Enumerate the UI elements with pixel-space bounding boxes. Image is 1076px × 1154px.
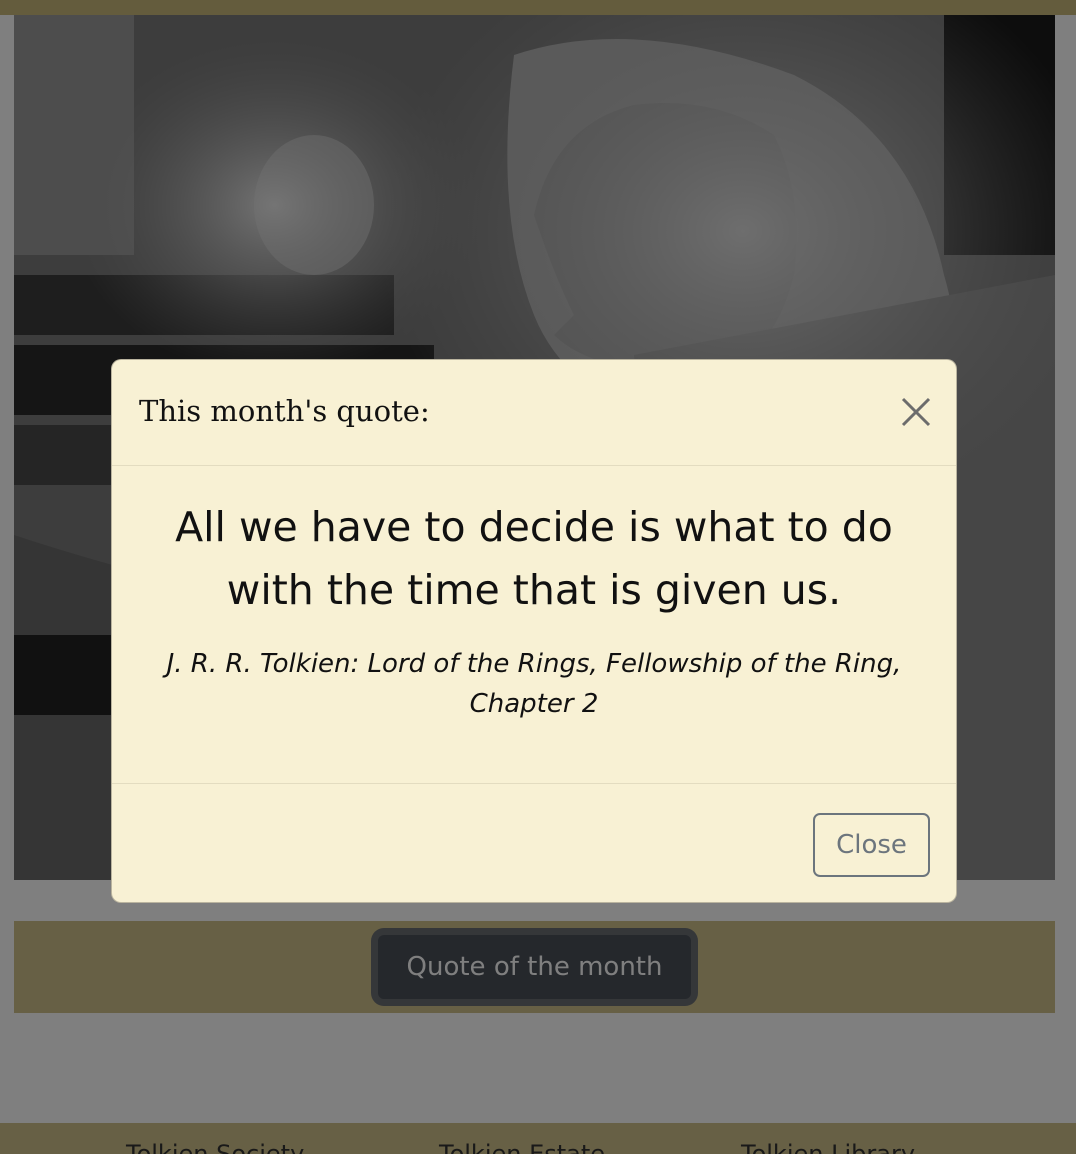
- close-button[interactable]: Close: [813, 813, 930, 877]
- modal-body: All we have to decide is what to do with…: [112, 466, 956, 784]
- close-icon[interactable]: [898, 394, 934, 430]
- quote-source: J. R. R. Tolkien: Lord of the Rings, Fel…: [166, 649, 902, 719]
- quote-modal: This month's quote: All we have to decid…: [111, 359, 957, 903]
- modal-title: This month's quote:: [139, 394, 430, 428]
- close-icon-graphic: [901, 397, 931, 427]
- modal-header: This month's quote:: [112, 360, 956, 466]
- modal-footer: Close: [112, 783, 956, 902]
- quote-text: All we have to decide is what to do with…: [175, 503, 893, 614]
- page: Quote of the month Tolkien Society Tolki…: [0, 0, 1076, 1154]
